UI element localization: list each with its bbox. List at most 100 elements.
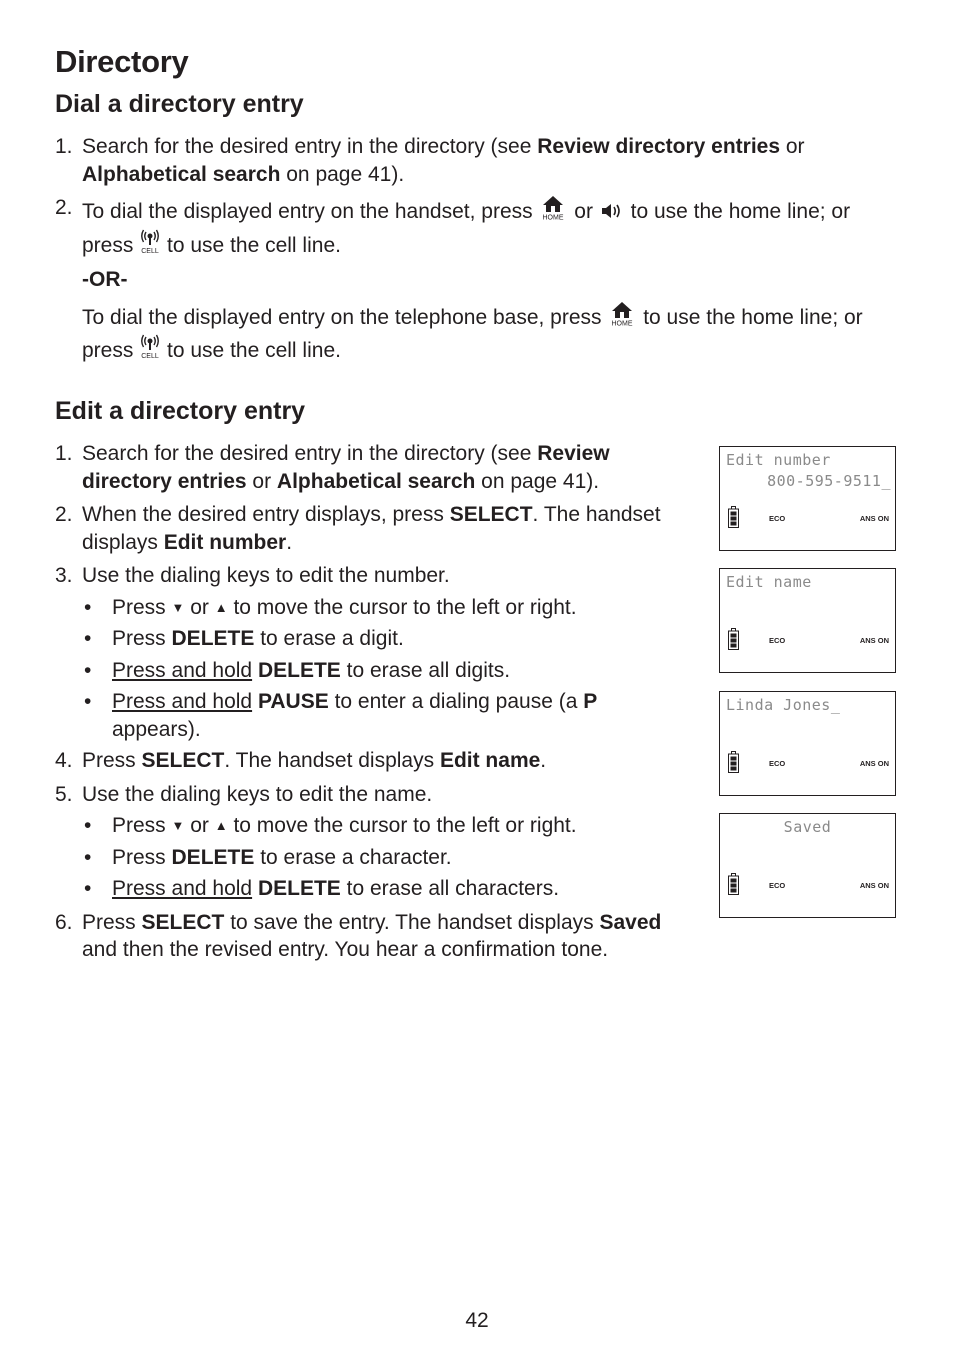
key-select: SELECT (141, 910, 225, 934)
bullet-text: Press (112, 595, 172, 619)
step-text: and then the revised entry. You hear a c… (82, 938, 609, 961)
step-number: 1. (55, 135, 73, 158)
bullet-item: • Press and hold DELETE to erase all char… (82, 875, 665, 903)
bullet-text: Press (112, 627, 172, 650)
svg-text:CELL: CELL (141, 248, 159, 254)
lcd-line-2: 800-595-9511_ (767, 472, 891, 490)
bullet-dot: • (84, 814, 92, 837)
ans-on-indicator: ANS ON (859, 759, 889, 768)
bullet-item: • Press ▼ or ▲ to move the cursor to the … (82, 594, 665, 622)
step-text: on page 41). (280, 162, 405, 186)
eco-indicator: ECO (769, 881, 786, 890)
bullet-text: to erase all characters. (340, 877, 560, 900)
battery-icon (728, 873, 739, 900)
ans-on-indicator: ANS ON (859, 881, 889, 890)
step-text: Press (82, 749, 142, 772)
key-delete: DELETE (171, 627, 255, 650)
lcd-line-1: Edit name (726, 573, 812, 591)
bullet-dot: • (84, 595, 92, 619)
eco-indicator: ECO (769, 759, 786, 768)
edit-step-2: 2. When the desired entry displays, pres… (55, 501, 665, 556)
bullet-item: • Press and hold DELETE to erase all digi… (82, 657, 665, 685)
link-alphabetical-search: Alphabetical search (82, 162, 281, 186)
cell-key-icon: CELL (140, 228, 160, 262)
edit-step-3: 3. Use the dialing keys to edit the numb… (55, 562, 665, 743)
bullet-text: Press (112, 845, 172, 869)
bullet-dot: • (84, 690, 92, 713)
bullet-item: • Press DELETE to erase a digit. (82, 625, 665, 653)
page-title: Directory (55, 44, 189, 79)
speaker-key-icon (600, 200, 624, 228)
lcd-screen-edit-number: Edit number 800-595-9511_ ECO ANS ON (719, 446, 896, 551)
step-text: Search for the desired entry in the dire… (82, 442, 538, 465)
step-text: . The handset displays (224, 749, 440, 772)
edit-step-1: 1. Search for the desired entry in the d… (55, 440, 665, 495)
bullet-text: Press (112, 814, 172, 837)
key-pause: PAUSE (257, 690, 329, 713)
bullet-text: to erase a character. (254, 845, 452, 869)
step-number: 5. (55, 782, 73, 806)
lcd-line-1: Saved (783, 818, 832, 836)
bullet-text: to enter a dialing pause (a (328, 690, 584, 713)
step-number: 4. (55, 749, 73, 772)
step-text: or (780, 135, 805, 158)
step-number: 2. (55, 503, 73, 526)
step-text: To dial the displayed entry on the hands… (82, 200, 539, 223)
bullet-item: • Press ▼ or ▲ to move the cursor to the … (82, 812, 665, 840)
press-and-hold-text: Press and hold (112, 877, 253, 900)
up-arrow-icon: ▲ (214, 599, 228, 615)
lcd-screen-edit-name: Edit name ECO ANS ON (719, 568, 896, 673)
step-text: Use the dialing keys to edit the number. (82, 564, 450, 587)
svg-text:CELL: CELL (141, 353, 159, 359)
step-text: When the desired entry displays, press (82, 503, 450, 526)
up-arrow-icon: ▲ (214, 818, 228, 833)
step-number: 1. (55, 442, 73, 465)
edit-step-6: 6. Press SELECT to save the entry. The h… (55, 909, 665, 964)
step-5-bullets: • Press ▼ or ▲ to move the cursor to the … (82, 812, 665, 903)
step-text: or (568, 200, 599, 223)
bullet-text: or (184, 595, 215, 619)
step-text: Search for the desired entry in the dire… (82, 135, 538, 158)
key-delete: DELETE (257, 658, 341, 682)
key-select: SELECT (449, 503, 533, 526)
ans-on-indicator: ANS ON (859, 636, 889, 645)
bullet-dot: • (84, 658, 92, 682)
lcd-screen-name-entry: Linda Jones_ ECO ANS ON (719, 691, 896, 796)
lcd-line-1: Linda Jones_ (726, 696, 841, 714)
step-text: to save the entry. The handset displays (224, 910, 600, 934)
step-number: 3. (55, 564, 73, 587)
press-and-hold-text: Press and hold (112, 690, 253, 713)
display-edit-name: Edit name (439, 749, 541, 772)
edit-step-5: 5. Use the dialing keys to edit the name… (55, 781, 665, 903)
bullet-text: or (184, 814, 215, 837)
dial-step-1: 1. Search for the desired entry in the d… (55, 133, 905, 188)
bullet-text: to erase all digits. (340, 658, 511, 682)
step-text: . (540, 749, 547, 772)
step-3-bullets: • Press ▼ or ▲ to move the cursor to the … (82, 594, 665, 744)
step-text: To dial the displayed entry on the telep… (82, 305, 608, 329)
cell-key-icon: CELL (140, 333, 160, 367)
eco-indicator: ECO (769, 514, 786, 523)
down-arrow-icon: ▼ (171, 818, 185, 833)
bullet-text: to erase a digit. (254, 627, 404, 650)
svg-text:HOME: HOME (612, 320, 633, 326)
section-title-dial: Dial a directory entry (55, 90, 304, 118)
lcd-line-1: Edit number (726, 451, 831, 469)
home-key-icon: HOME (608, 300, 636, 334)
base-dial-instruction: To dial the displayed entry on the telep… (82, 300, 905, 367)
dial-step-2: 2. To dial the displayed entry on the ha… (55, 194, 905, 367)
link-alphabetical-search: Alphabetical search (276, 469, 476, 493)
lcd-screen-saved: Saved ECO ANS ON (719, 813, 896, 918)
home-key-icon: HOME (539, 194, 567, 228)
dial-steps: 1. Search for the desired entry in the d… (55, 133, 905, 367)
battery-icon (728, 751, 739, 778)
bullet-text: to move the cursor to the left or right. (227, 814, 577, 837)
press-and-hold-text: Press and hold (112, 658, 253, 682)
display-edit-number: Edit number (163, 530, 287, 554)
eco-indicator: ECO (769, 636, 786, 645)
bullet-text: to move the cursor to the left or right. (227, 595, 577, 619)
step-text: or (246, 469, 277, 493)
section-title-edit: Edit a directory entry (55, 397, 306, 425)
bullet-item: • Press DELETE to erase a character. (82, 844, 665, 872)
key-select: SELECT (141, 749, 225, 772)
